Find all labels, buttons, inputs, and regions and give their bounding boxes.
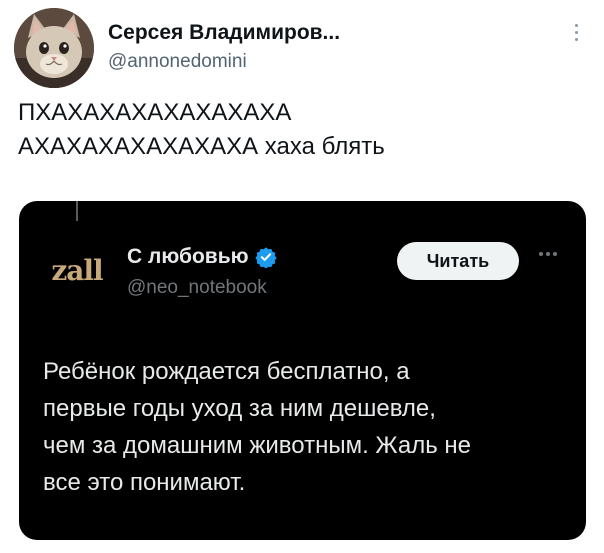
quoted-author-avatar[interactable]: zall bbox=[45, 245, 109, 295]
thread-line bbox=[76, 201, 78, 221]
author-handle[interactable]: @annonedomini bbox=[108, 51, 247, 73]
tweet-text-line: АХАХАХАХАХАХАХА хаха блять bbox=[18, 133, 385, 160]
author-name[interactable]: Серсея Владимиров... bbox=[108, 21, 340, 45]
tweet-text-line: ПХАХАХАХАХАХАХАХА bbox=[18, 99, 292, 126]
tweet-text: ПХАХАХАХАХАХАХАХА АХАХАХАХАХАХАХА хаха б… bbox=[18, 96, 588, 164]
tweet: Серсея Владимиров... @annonedomini ПХАХА… bbox=[0, 0, 604, 553]
verified-badge-icon bbox=[254, 247, 277, 268]
cat-avatar-icon bbox=[14, 8, 94, 88]
quoted-post-text: Ребёнок рождается бесплатно, а первые го… bbox=[43, 353, 573, 501]
quoted-text-line: чем за домашним животным. Жаль не bbox=[43, 432, 471, 459]
quoted-author-name-text: С любовью bbox=[127, 245, 249, 268]
quoted-text-line: все это понимают. bbox=[43, 469, 246, 496]
quoted-text-line: Ребёнок рождается бесплатно, а bbox=[43, 358, 410, 385]
quoted-author-name[interactable]: С любовью bbox=[127, 245, 277, 269]
quoted-more-options-icon[interactable] bbox=[539, 249, 565, 259]
quoted-author-handle[interactable]: @neo_notebook bbox=[127, 277, 267, 299]
quoted-avatar-logo: zall bbox=[51, 253, 103, 287]
author-avatar[interactable] bbox=[14, 8, 94, 88]
quoted-text-line: первые годы уход за ним дешевле, bbox=[43, 395, 436, 422]
quoted-post-card[interactable]: zall С любовью @neo_notebook Читать Ребё… bbox=[19, 201, 586, 540]
more-options-icon[interactable] bbox=[570, 20, 582, 48]
tweet-header: Серсея Владимиров... @annonedomini bbox=[14, 8, 590, 88]
follow-button[interactable]: Читать bbox=[397, 242, 519, 280]
